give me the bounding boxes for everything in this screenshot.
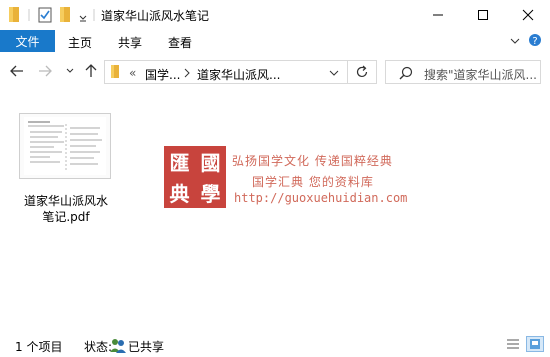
tab-share[interactable]: 共享 — [118, 34, 142, 51]
refresh-icon — [356, 65, 368, 78]
svg-text:?: ? — [532, 36, 537, 47]
minimize-icon — [432, 14, 443, 16]
large-icons-view-icon — [530, 339, 540, 349]
new-folder-icon[interactable] — [59, 7, 71, 23]
search-box[interactable]: 搜索"道家华山派风... — [385, 60, 541, 84]
file-name[interactable]: 道家华山派风水 笔记.pdf — [18, 193, 114, 225]
up-icon[interactable] — [84, 64, 98, 78]
watermark-seal-logo: 匯 國 典 學 — [164, 146, 226, 208]
seal-char: 國 — [200, 151, 221, 175]
seal-char: 學 — [200, 182, 221, 206]
breadcrumb-guoxue[interactable]: 国学... — [145, 66, 180, 83]
help-icon[interactable]: ? — [528, 33, 542, 47]
tab-file[interactable]: 文件 — [0, 30, 55, 52]
quick-access-dropdown-icon[interactable] — [79, 7, 87, 23]
address-dropdown-icon[interactable] — [329, 69, 339, 77]
tab-view[interactable]: 查看 — [168, 34, 192, 51]
folder-icon — [111, 65, 119, 78]
back-icon[interactable] — [10, 64, 24, 78]
expand-ribbon-icon[interactable] — [509, 36, 521, 46]
status-bar — [0, 333, 550, 357]
search-icon — [399, 66, 413, 80]
maximize-button[interactable] — [460, 0, 505, 30]
watermark-tagline: 国学汇典 您的资料库 — [252, 175, 374, 189]
close-button[interactable] — [505, 0, 550, 30]
shared-users-icon — [110, 339, 126, 353]
refresh-button[interactable] — [348, 60, 377, 84]
window-title: 道家华山派风水笔记 — [101, 9, 210, 23]
separator-icon — [28, 9, 30, 21]
forward-icon[interactable] — [38, 64, 52, 78]
file-name-line1: 道家华山派风水 — [23, 194, 108, 208]
minimize-button[interactable] — [415, 0, 460, 30]
maximize-icon — [477, 10, 488, 20]
status-value: 已共享 — [128, 340, 165, 354]
watermark-slogan: 弘扬国学文化 传递国粹经典 — [232, 154, 393, 168]
status-label: 状态: — [84, 340, 113, 354]
breadcrumb-current-folder[interactable]: 道家华山派风... — [197, 66, 280, 83]
document-preview-icon — [24, 117, 106, 175]
pdf-thumbnail[interactable] — [19, 113, 111, 179]
recent-locations-icon[interactable] — [66, 64, 74, 78]
separator-icon — [93, 9, 95, 21]
close-icon — [522, 9, 533, 21]
address-bar[interactable]: « 国学... 道家华山派风... — [104, 60, 348, 84]
large-icons-view-button[interactable] — [526, 336, 544, 352]
breadcrumb-overflow[interactable]: « — [129, 66, 136, 80]
seal-char: 典 — [169, 182, 190, 206]
properties-icon[interactable] — [38, 7, 52, 23]
search-input[interactable]: 搜索"道家华山派风... — [424, 66, 537, 83]
details-view-button[interactable] — [505, 336, 521, 352]
folder-icon — [9, 7, 19, 22]
watermark-url: http://guoxuehuidian.com — [234, 191, 408, 205]
seal-char: 匯 — [169, 151, 190, 175]
breadcrumb-separator-icon[interactable] — [184, 68, 190, 78]
file-name-line2: 笔记.pdf — [42, 210, 90, 224]
details-view-icon — [507, 339, 519, 349]
item-count: 1 个项目 — [15, 340, 63, 354]
tab-home[interactable]: 主页 — [68, 34, 92, 51]
